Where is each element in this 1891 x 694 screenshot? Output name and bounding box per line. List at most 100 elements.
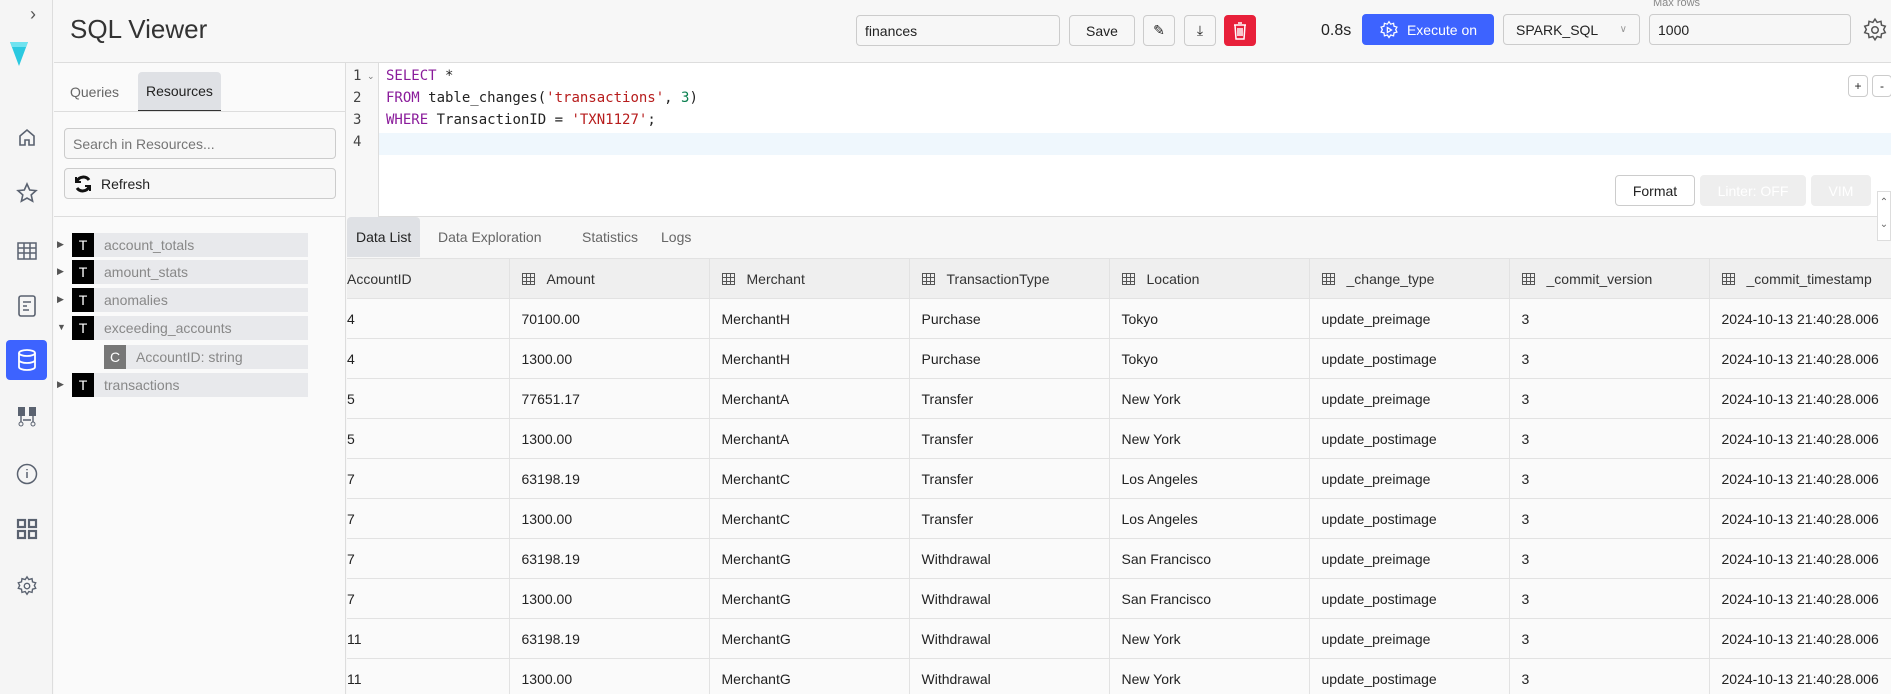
engine-select[interactable]: SPARK_SQL ∨ bbox=[1503, 14, 1640, 45]
zoom-in-button[interactable]: + bbox=[1848, 75, 1868, 97]
table-cell: 2024-10-13 21:40:28.006 bbox=[1708, 618, 1891, 659]
tree-table-item[interactable]: Texceeding_accounts bbox=[72, 316, 308, 340]
column-header[interactable]: _commit_version bbox=[1508, 258, 1710, 299]
tab-resources[interactable]: Resources bbox=[138, 72, 221, 112]
table-cell: Transfer bbox=[908, 458, 1110, 499]
edit-button[interactable]: ✎ bbox=[1143, 15, 1175, 46]
table-row[interactable]: 5 1300.00 MerchantA Transfer New York update_… bbox=[347, 418, 1891, 459]
table-badge: T bbox=[72, 288, 94, 312]
collapse-caret-icon[interactable]: ▼ bbox=[57, 322, 66, 332]
query-name-input[interactable]: finances bbox=[856, 15, 1060, 46]
column-header[interactable]: AccountID bbox=[347, 258, 510, 299]
split-scroll-control[interactable]: ⌃ ⌄ bbox=[1877, 191, 1891, 241]
fold-chevron-icon[interactable]: ⌄ bbox=[367, 71, 375, 82]
expand-caret-icon[interactable]: ▶ bbox=[57, 266, 64, 277]
settings-gear-icon[interactable] bbox=[1862, 17, 1888, 46]
download-button[interactable]: ⤓ bbox=[1184, 15, 1216, 46]
column-header[interactable]: _change_type bbox=[1308, 258, 1510, 299]
table-cell: MerchantA bbox=[708, 418, 910, 459]
trash-icon bbox=[1234, 21, 1246, 40]
table-cell: 11 bbox=[347, 658, 510, 694]
refresh-label: Refresh bbox=[101, 175, 151, 192]
tree-table-item[interactable]: Ttransactions bbox=[72, 373, 308, 397]
table-cell: New York bbox=[1108, 378, 1310, 419]
table-row[interactable]: 7 1300.00 MerchantC Transfer Los Angeles upda… bbox=[347, 498, 1891, 539]
table-row[interactable]: 11 1300.00 MerchantG Withdrawal New York upda… bbox=[347, 658, 1891, 694]
column-header[interactable]: _commit_timestamp bbox=[1708, 258, 1891, 299]
vim-toggle[interactable]: VIM bbox=[1811, 175, 1871, 206]
chevron-down-icon: ∨ bbox=[1619, 24, 1627, 35]
max-rows-input[interactable]: 1000 bbox=[1649, 14, 1851, 45]
table-cell: 2024-10-13 21:40:28.006 bbox=[1708, 418, 1891, 459]
database-icon[interactable] bbox=[6, 340, 47, 380]
table-cell: MerchantC bbox=[708, 498, 910, 539]
table-cell: MerchantG bbox=[708, 658, 910, 694]
table-cell: Tokyo bbox=[1108, 338, 1310, 379]
apps-grid-icon[interactable] bbox=[6, 509, 47, 549]
table-icon[interactable] bbox=[6, 231, 47, 271]
settings-icon[interactable] bbox=[6, 566, 47, 606]
results-table: AccountID Amount Merchant TransactionType Lo… bbox=[347, 258, 1891, 694]
star-icon[interactable] bbox=[6, 173, 47, 213]
table-cell: Tokyo bbox=[1108, 298, 1310, 339]
table-cell: 3 bbox=[1508, 578, 1710, 619]
table-cell: 1300.00 bbox=[508, 578, 710, 619]
table-cell: 5 bbox=[347, 378, 510, 419]
pencil-icon: ✎ bbox=[1153, 22, 1165, 38]
tree-table-item[interactable]: Tamount_stats bbox=[72, 260, 308, 284]
expand-caret-icon[interactable]: ▶ bbox=[57, 294, 64, 305]
column-header[interactable]: Amount bbox=[508, 258, 710, 299]
table-row[interactable]: 4 70100.00 MerchantH Purchase Tokyo update_pr… bbox=[347, 298, 1891, 339]
table-row[interactable]: 7 63198.19 MerchantC Transfer Los Angeles upd… bbox=[347, 458, 1891, 499]
table-cell: MerchantC bbox=[708, 458, 910, 499]
execute-gear-icon bbox=[1380, 20, 1398, 39]
column-header-label: _commit_timestamp bbox=[1746, 270, 1872, 287]
tree-column-item[interactable]: C AccountID: string bbox=[104, 345, 308, 369]
expand-chevron-icon[interactable]: › bbox=[30, 4, 36, 25]
execute-button[interactable]: Execute on bbox=[1362, 14, 1494, 45]
delete-button[interactable] bbox=[1224, 15, 1256, 46]
table-row[interactable]: 7 63198.19 MerchantG Withdrawal San Francisc… bbox=[347, 538, 1891, 579]
table-cell: Los Angeles bbox=[1108, 458, 1310, 499]
table-cell: 63198.19 bbox=[508, 538, 710, 579]
format-button[interactable]: Format bbox=[1615, 175, 1695, 206]
resource-search-input[interactable] bbox=[64, 128, 336, 159]
home-icon[interactable] bbox=[6, 117, 47, 157]
table-badge: T bbox=[72, 260, 94, 284]
table-cell: update_postimage bbox=[1308, 418, 1510, 459]
save-button[interactable]: Save bbox=[1069, 15, 1135, 46]
document-icon[interactable] bbox=[6, 286, 47, 326]
zoom-out-button[interactable]: - bbox=[1872, 75, 1891, 97]
table-cell: Withdrawal bbox=[908, 658, 1110, 694]
table-cell: MerchantG bbox=[708, 578, 910, 619]
lineage-icon[interactable] bbox=[6, 397, 47, 437]
tab-data-list[interactable]: Data List bbox=[347, 217, 421, 257]
linter-toggle[interactable]: Linter: OFF bbox=[1700, 175, 1806, 206]
tab-data-exploration[interactable]: Data Exploration bbox=[429, 217, 551, 257]
table-row[interactable]: 4 1300.00 MerchantH Purchase Tokyo update_pos… bbox=[347, 338, 1891, 379]
table-cell: Withdrawal bbox=[908, 578, 1110, 619]
column-header[interactable]: Location bbox=[1108, 258, 1310, 299]
column-header[interactable]: Merchant bbox=[708, 258, 910, 299]
expand-caret-icon[interactable]: ▶ bbox=[57, 239, 64, 250]
tree-table-item[interactable]: Taccount_totals bbox=[72, 233, 308, 257]
table-row[interactable]: 5 77651.17 MerchantA Transfer New York update… bbox=[347, 378, 1891, 419]
table-cell: MerchantG bbox=[708, 538, 910, 579]
sql-editor[interactable]: 1 ⌄ 2 3 4 SELECT * FROM table_changes('t… bbox=[347, 63, 1891, 241]
table-cell: MerchantG bbox=[708, 618, 910, 659]
tab-queries[interactable]: Queries bbox=[62, 72, 127, 112]
column-header[interactable]: TransactionType bbox=[908, 258, 1110, 299]
tree-table-item[interactable]: Tanomalies bbox=[72, 288, 308, 312]
tab-logs[interactable]: Logs bbox=[652, 217, 700, 257]
table-row[interactable]: 7 1300.00 MerchantG Withdrawal San Francisco… bbox=[347, 578, 1891, 619]
table-cell: 7 bbox=[347, 498, 510, 539]
tab-statistics[interactable]: Statistics bbox=[573, 217, 647, 257]
table-cell: 63198.19 bbox=[508, 458, 710, 499]
table-cell: update_preimage bbox=[1308, 298, 1510, 339]
info-icon[interactable] bbox=[6, 454, 47, 494]
table-row[interactable]: 11 63198.19 MerchantG Withdrawal New York upd… bbox=[347, 618, 1891, 659]
expand-caret-icon[interactable]: ▶ bbox=[57, 379, 64, 390]
table-cell: update_preimage bbox=[1308, 538, 1510, 579]
table-cell: MerchantA bbox=[708, 378, 910, 419]
refresh-button[interactable]: Refresh bbox=[64, 168, 336, 199]
